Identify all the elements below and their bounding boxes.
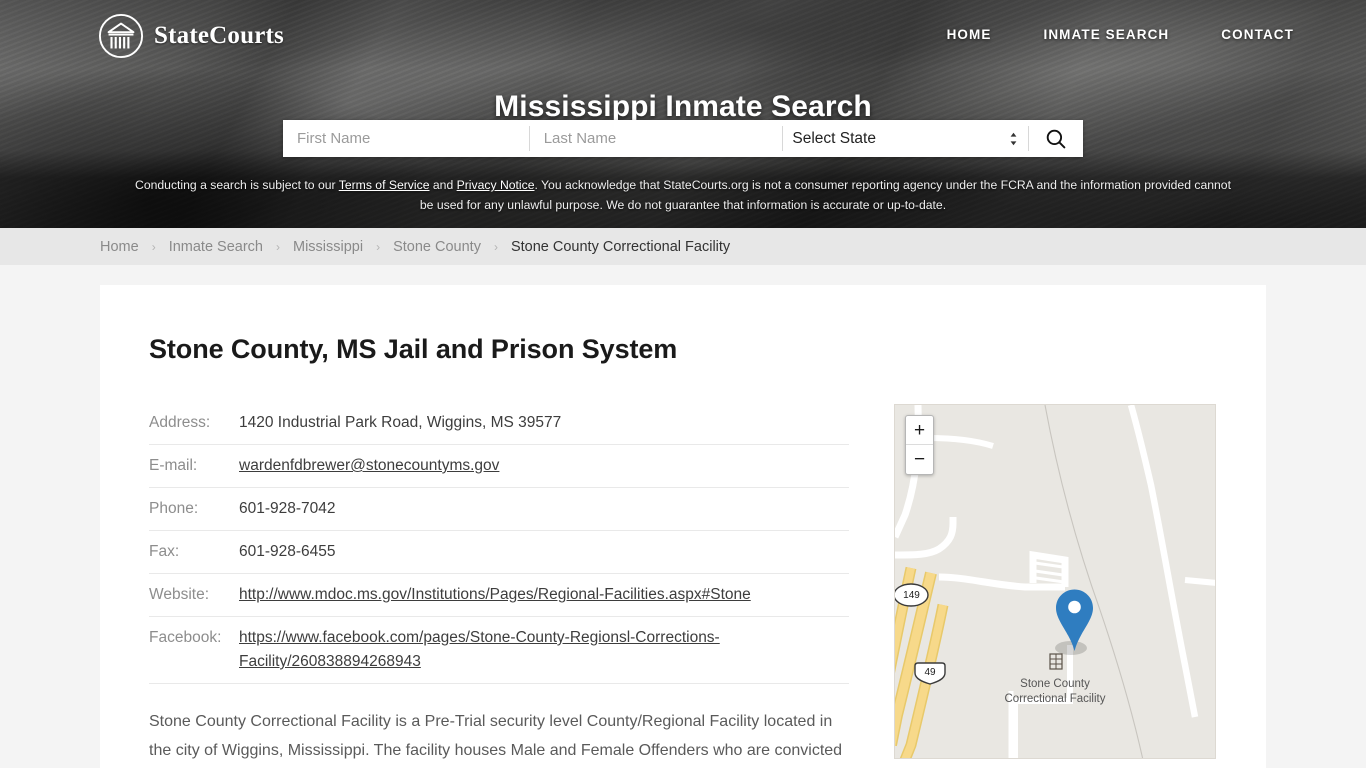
table-row: Phone: 601-928-7042: [149, 487, 849, 531]
info-label-fax: Fax:: [149, 530, 239, 574]
info-value-fax: 601-928-6455: [239, 530, 849, 574]
breadcrumb-item-mississippi[interactable]: Mississippi: [293, 239, 363, 255]
facebook-link[interactable]: https://www.facebook.com/pages/Stone-Cou…: [239, 629, 720, 670]
route-shield-149: 149: [895, 587, 928, 604]
search-icon: [1046, 129, 1066, 148]
disclaimer-part-1: Conducting a search is subject to our: [135, 178, 339, 192]
nav-home[interactable]: HOME: [947, 27, 992, 42]
table-row: Address: 1420 Industrial Park Road, Wigg…: [149, 404, 849, 445]
site-logo[interactable]: StateCourts: [98, 13, 284, 59]
last-name-input[interactable]: [529, 120, 783, 157]
chevron-right-icon: ›: [493, 239, 498, 254]
info-label-address: Address:: [149, 404, 239, 445]
state-select-wrapper[interactable]: Select State: [783, 120, 1029, 157]
breadcrumb: Home › Inmate Search › Mississippi › Sto…: [100, 239, 730, 255]
table-row: Website: http://www.mdoc.ms.gov/Institut…: [149, 573, 849, 617]
first-name-input[interactable]: [283, 120, 529, 157]
inmate-search-bar: Select State: [283, 120, 1083, 157]
map-zoom-in-button[interactable]: +: [906, 416, 933, 445]
info-value-website: http://www.mdoc.ms.gov/Institutions/Page…: [239, 573, 849, 617]
breadcrumb-bar: Home › Inmate Search › Mississippi › Sto…: [0, 228, 1366, 265]
info-label-facebook: Facebook:: [149, 616, 239, 684]
facility-description: Stone County Correctional Facility is a …: [149, 713, 843, 759]
email-link[interactable]: wardenfdbrewer@stonecountyms.gov: [239, 457, 499, 474]
site-header: StateCourts HOME INMATE SEARCH CONTACT M…: [0, 0, 1366, 228]
facility-info-column: Address: 1420 Industrial Park Road, Wigg…: [149, 404, 849, 768]
route-shield-149-label: 149: [903, 590, 920, 601]
map-zoom-out-button[interactable]: −: [906, 445, 933, 474]
page-title: Stone County, MS Jail and Prison System: [149, 334, 678, 364]
table-row: Facebook: https://www.facebook.com/pages…: [149, 616, 849, 684]
disclaimer-part-3: . You acknowledge that StateCourts.org i…: [419, 178, 1231, 212]
facility-info-table: Address: 1420 Industrial Park Road, Wigg…: [149, 404, 849, 684]
map-canvas: [895, 405, 1215, 758]
privacy-notice-link[interactable]: Privacy Notice: [457, 178, 535, 192]
terms-of-service-link[interactable]: Terms of Service: [339, 178, 430, 192]
nav-contact[interactable]: CONTACT: [1221, 27, 1294, 42]
breadcrumb-item-inmate-search[interactable]: Inmate Search: [169, 239, 263, 255]
chevron-right-icon: ›: [376, 239, 381, 254]
breadcrumb-item-current: Stone County Correctional Facility: [510, 238, 731, 255]
disclaimer-part-2: and: [429, 178, 457, 192]
info-label-website: Website:: [149, 573, 239, 617]
info-value-email: wardenfdbrewer@stonecountyms.gov: [239, 444, 849, 488]
page-hero-title: Mississippi Inmate Search: [494, 90, 872, 124]
website-link[interactable]: http://www.mdoc.ms.gov/Institutions/Page…: [239, 586, 751, 603]
courthouse-circle-icon: [98, 13, 144, 59]
table-row: E-mail: wardenfdbrewer@stonecountyms.gov: [149, 444, 849, 488]
search-button[interactable]: [1029, 120, 1083, 157]
primary-navigation: HOME INMATE SEARCH CONTACT: [947, 27, 1294, 42]
table-row: Fax: 601-928-6455: [149, 530, 849, 574]
info-value-facebook: https://www.facebook.com/pages/Stone-Cou…: [239, 616, 849, 684]
info-label-phone: Phone:: [149, 487, 239, 531]
search-disclaimer: Conducting a search is subject to our Te…: [133, 176, 1233, 215]
info-value-address: 1420 Industrial Park Road, Wiggins, MS 3…: [239, 404, 849, 445]
nav-inmate-search[interactable]: INMATE SEARCH: [1043, 27, 1169, 42]
info-label-email: E-mail:: [149, 444, 239, 488]
chevron-right-icon: ›: [276, 239, 280, 254]
facility-location-map[interactable]: 149 49 Stone County Correctional Facilit…: [894, 404, 1216, 759]
logo-text: StateCourts: [154, 22, 284, 49]
route-shield-49: 49: [915, 664, 945, 681]
chevron-right-icon: ›: [151, 239, 156, 254]
map-zoom-controls: + −: [905, 415, 934, 475]
state-select[interactable]: Select State: [792, 120, 1029, 157]
info-value-phone: 601-928-7042: [239, 487, 849, 531]
breadcrumb-item-stone-county[interactable]: Stone County: [393, 239, 481, 255]
content-card: Stone County, MS Jail and Prison System …: [100, 285, 1266, 768]
route-shield-49-label: 49: [924, 667, 936, 678]
breadcrumb-item-home[interactable]: Home: [100, 239, 139, 255]
